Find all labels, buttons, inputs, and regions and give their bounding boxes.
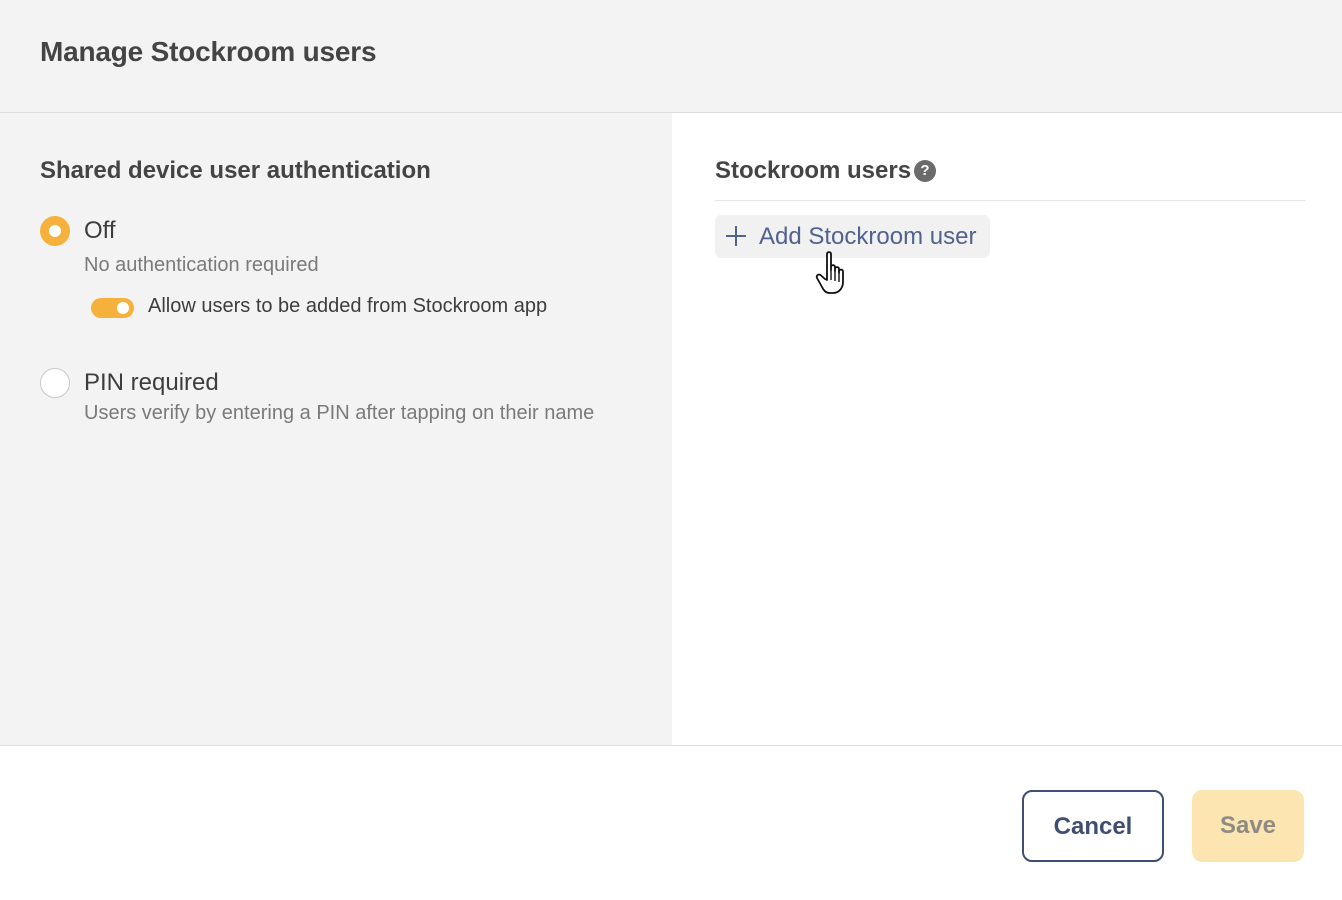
section-divider bbox=[715, 200, 1305, 201]
option-off-label[interactable]: Off bbox=[84, 217, 116, 245]
dialog-footer: Cancel Save bbox=[0, 745, 1342, 900]
cancel-button[interactable]: Cancel bbox=[1022, 790, 1164, 862]
stockroom-users-title: Stockroom users bbox=[715, 157, 912, 184]
authentication-panel: Shared device user authentication Off No… bbox=[0, 113, 672, 745]
option-off-description: No authentication required bbox=[84, 254, 319, 276]
allow-users-toggle[interactable] bbox=[91, 298, 134, 318]
stockroom-users-panel: Stockroom users ? Add Stockroom user bbox=[672, 113, 1342, 745]
radio-off[interactable] bbox=[40, 216, 70, 246]
save-button[interactable]: Save bbox=[1192, 790, 1304, 862]
help-icon[interactable]: ? bbox=[914, 160, 936, 182]
allow-users-toggle-label: Allow users to be added from Stockroom a… bbox=[148, 295, 548, 317]
authentication-section-title: Shared device user authentication bbox=[40, 157, 431, 184]
dialog-title: Manage Stockroom users bbox=[40, 36, 377, 67]
plus-icon bbox=[725, 225, 747, 247]
option-pin-label[interactable]: PIN required bbox=[84, 369, 219, 397]
add-stockroom-user-label: Add Stockroom user bbox=[759, 223, 977, 250]
dialog-header: Manage Stockroom users bbox=[0, 0, 1342, 113]
radio-pin-required[interactable] bbox=[40, 368, 70, 398]
add-stockroom-user-button[interactable]: Add Stockroom user bbox=[715, 215, 990, 258]
option-pin-description: Users verify by entering a PIN after tap… bbox=[84, 402, 595, 424]
